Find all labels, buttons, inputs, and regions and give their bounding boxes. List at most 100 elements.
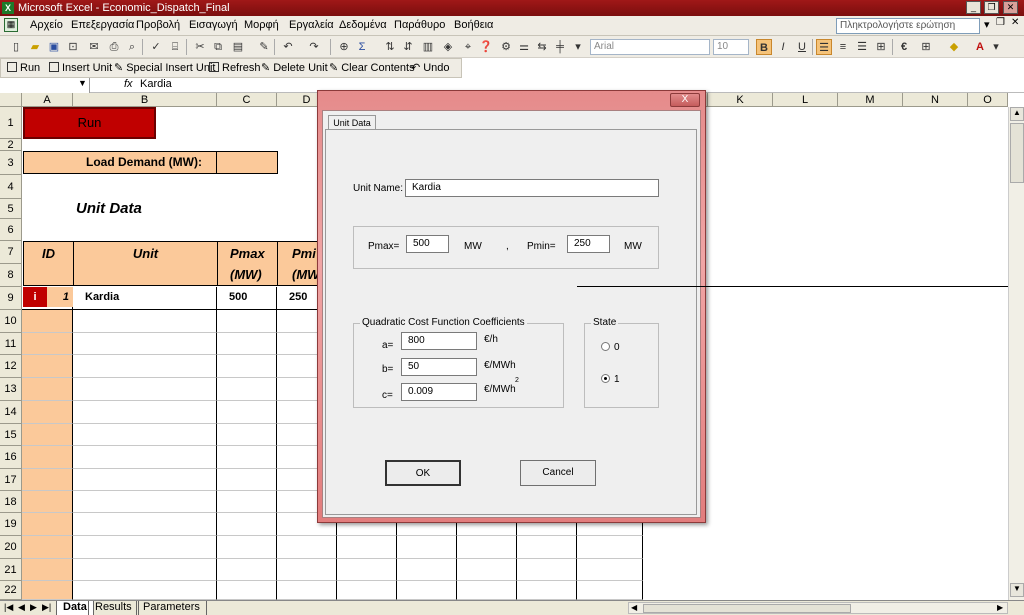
name-box[interactable]: ▼ xyxy=(0,78,90,93)
unit-name-input[interactable]: Kardia xyxy=(405,179,659,197)
cancel-button[interactable]: Cancel xyxy=(520,460,596,486)
table-cell[interactable] xyxy=(457,536,517,559)
open-icon[interactable]: ▰ xyxy=(27,39,43,55)
menu-format[interactable]: Μορφή xyxy=(244,19,279,31)
table-cell[interactable] xyxy=(397,559,457,581)
insert-unit-button[interactable]: Insert Unit xyxy=(49,61,112,76)
row-header-8[interactable]: 8 xyxy=(0,264,22,287)
table-cell[interactable] xyxy=(517,559,577,581)
state-1-radio[interactable] xyxy=(601,374,610,383)
prev-sheet-icon[interactable]: ◀ xyxy=(18,602,25,613)
table-cell[interactable] xyxy=(73,469,217,491)
redo-icon[interactable]: ↷ xyxy=(306,39,322,55)
c-input[interactable]: 0.009 xyxy=(401,383,477,401)
table-cell[interactable] xyxy=(577,559,643,581)
cut-icon[interactable]: ✂ xyxy=(192,39,208,55)
table-cell[interactable] xyxy=(73,536,217,559)
row-header-6[interactable]: 6 xyxy=(0,219,22,241)
column-header-c[interactable]: C xyxy=(217,93,277,107)
table-cell[interactable] xyxy=(457,559,517,581)
new-icon[interactable]: ▯ xyxy=(8,39,24,55)
table-cell[interactable] xyxy=(73,333,217,355)
vertical-scrollbar[interactable]: ▲ ▼ xyxy=(1008,107,1024,600)
menu-data[interactable]: Δεδομένα xyxy=(339,19,387,31)
table-cell[interactable] xyxy=(217,310,277,333)
table-cell[interactable] xyxy=(73,491,217,513)
row-pmin-cell[interactable]: 250 xyxy=(289,287,307,307)
tool-icon[interactable]: ⚙ xyxy=(498,39,514,55)
column-header-o[interactable]: O xyxy=(968,93,1008,107)
row-header-7[interactable]: 7 xyxy=(0,241,22,264)
table-cell[interactable] xyxy=(73,378,217,401)
options-icon[interactable]: ▾ xyxy=(570,39,586,55)
table-cell[interactable] xyxy=(22,559,73,581)
table-cell[interactable] xyxy=(517,536,577,559)
row-pmax-cell[interactable]: 500 xyxy=(229,287,247,307)
ok-button[interactable]: OK xyxy=(385,460,461,486)
pmin-input[interactable]: 250 xyxy=(567,235,610,253)
help-icon[interactable]: ❓ xyxy=(478,39,494,55)
menu-view[interactable]: Προβολή xyxy=(136,19,180,31)
spelling-icon[interactable]: ✓ xyxy=(148,39,164,55)
table-cell[interactable] xyxy=(337,559,397,581)
load-demand-input[interactable] xyxy=(216,151,278,174)
format-painter-icon[interactable]: ✎ xyxy=(256,39,272,55)
align-left-icon[interactable]: ☰ xyxy=(816,39,832,55)
table-cell[interactable] xyxy=(337,581,397,600)
save-icon[interactable]: ▣ xyxy=(46,39,62,55)
table-cell[interactable] xyxy=(73,310,217,333)
tab-unit-data[interactable]: Unit Data xyxy=(328,115,376,130)
menu-tools[interactable]: Εργαλεία xyxy=(289,19,334,31)
b-input[interactable]: 50 xyxy=(401,358,477,376)
column-header-n[interactable]: N xyxy=(903,93,968,107)
table-cell[interactable] xyxy=(22,401,73,424)
menu-edit[interactable]: Επεξεργασία xyxy=(71,19,134,31)
scroll-thumb[interactable] xyxy=(1010,123,1024,183)
pmax-input[interactable]: 500 xyxy=(406,235,449,253)
chevron-down-icon[interactable]: ▾ xyxy=(988,39,1004,55)
column-header-k[interactable]: K xyxy=(708,93,773,107)
table-cell[interactable] xyxy=(73,401,217,424)
borders-icon[interactable]: ⊞ xyxy=(918,39,934,55)
ask-question-input[interactable]: Πληκτρολογήστε ερώτηση xyxy=(836,18,980,34)
table-cell[interactable] xyxy=(397,581,457,600)
row-header-21[interactable]: 21 xyxy=(0,559,22,581)
tab-results[interactable]: Results xyxy=(88,601,139,615)
menu-file[interactable]: Αρχείο xyxy=(30,19,63,31)
restore-button[interactable]: ❐ xyxy=(984,1,999,14)
table-cell[interactable] xyxy=(22,513,73,536)
row-header-12[interactable]: 12 xyxy=(0,355,22,378)
undo-button[interactable]: ↶ Undo xyxy=(411,61,450,76)
row-header-15[interactable]: 15 xyxy=(0,424,22,446)
table-cell[interactable] xyxy=(217,513,277,536)
row-header-17[interactable]: 17 xyxy=(0,469,22,491)
row-header-4[interactable]: 4 xyxy=(0,175,22,199)
table-cell[interactable] xyxy=(277,559,337,581)
restore-icon[interactable]: ❐ xyxy=(996,17,1005,28)
table-cell[interactable] xyxy=(457,581,517,600)
minimize-button[interactable]: _ xyxy=(966,1,981,14)
undo-icon[interactable]: ↶ xyxy=(280,39,296,55)
refresh-button[interactable]: Refresh xyxy=(209,61,261,76)
scroll-right-icon[interactable]: ▶ xyxy=(997,603,1003,612)
row-header-20[interactable]: 20 xyxy=(0,536,22,559)
table-cell[interactable] xyxy=(217,424,277,446)
row-header-14[interactable]: 14 xyxy=(0,401,22,424)
transfer-icon[interactable]: ⇆ xyxy=(534,39,550,55)
run-sheet-button[interactable]: Run xyxy=(23,107,156,139)
delete-unit-button[interactable]: ✎ Delete Unit xyxy=(261,61,328,76)
fill-color-icon[interactable]: ◆ xyxy=(946,39,962,55)
next-sheet-icon[interactable]: ▶ xyxy=(30,602,37,613)
close-button[interactable]: ✕ xyxy=(1003,1,1018,14)
row-header-22[interactable]: 22 xyxy=(0,581,22,600)
print-preview-icon[interactable]: ⌕ xyxy=(124,39,140,55)
row-header-5[interactable]: 5 xyxy=(0,199,22,219)
table-cell[interactable] xyxy=(73,355,217,378)
column-header-l[interactable]: L xyxy=(773,93,838,107)
dialog-close-button[interactable]: X xyxy=(670,93,700,107)
function-icon[interactable]: fx xyxy=(124,78,133,90)
row-header-19[interactable]: 19 xyxy=(0,513,22,536)
row-id-cell[interactable]: 1 xyxy=(47,287,73,307)
table-cell[interactable] xyxy=(22,491,73,513)
row-marker[interactable]: i xyxy=(23,287,47,307)
